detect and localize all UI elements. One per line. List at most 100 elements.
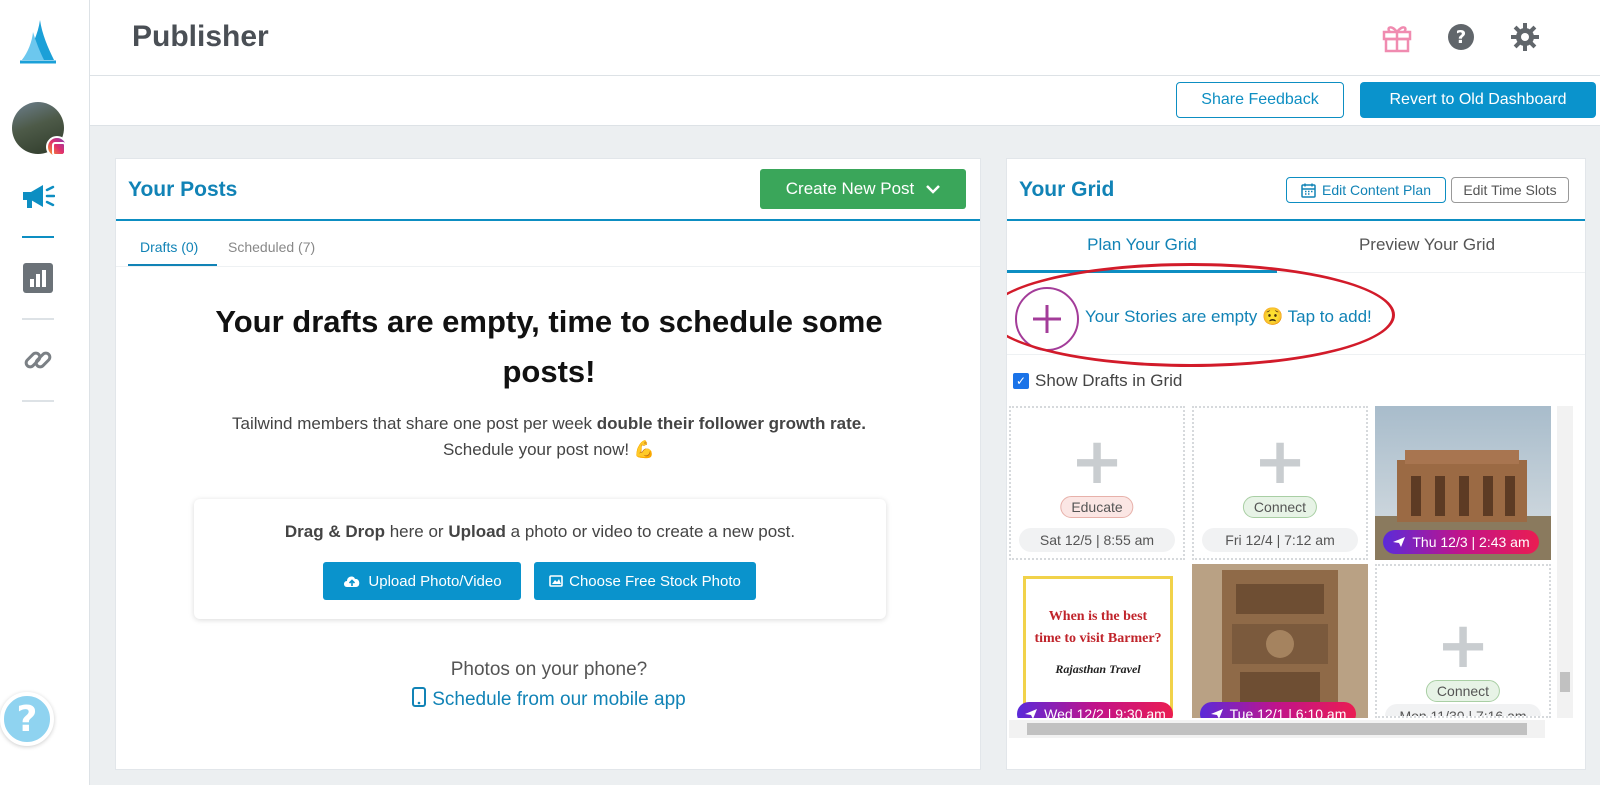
grid-slot-empty[interactable]: + Connect Mon 11/30 | 7:16 am (1375, 564, 1551, 718)
poster-heading-line2: time to visit Barmer? (1034, 631, 1162, 646)
phone-question: Photos on your phone? (450, 659, 648, 680)
your-grid-panel: Your Grid Edit Content Plan Edit Time Sl… (1006, 158, 1586, 770)
time-slot: Fri 12/4 | 7:12 am (1202, 528, 1358, 552)
edit-content-plan-label: Edit Content Plan (1322, 182, 1431, 198)
poster-image: When is the best time to visit Barmer? Ra… (1009, 564, 1185, 718)
grid-post-thumbnail[interactable]: Thu 12/3 | 2:43 am (1375, 406, 1551, 560)
subtitle-text: Tailwind members that share one post per… (232, 414, 597, 433)
grid-slot-empty[interactable]: + Connect Fri 12/4 | 7:12 am (1192, 406, 1368, 560)
upload-instructions: Drag & Drop here or Upload a photo or vi… (194, 522, 886, 542)
svg-text:?: ? (1456, 27, 1466, 48)
mobile-app-link[interactable]: Schedule from our mobile app (116, 687, 982, 711)
upload-button-label: Upload Photo/Video (368, 572, 502, 590)
grid-area: + Educate Sat 12/5 | 8:55 am + Connect F… (1007, 406, 1585, 726)
upload-text-2: a photo or video to create a new post. (505, 522, 796, 541)
gift-icon[interactable] (1380, 20, 1414, 54)
create-new-post-button[interactable]: Create New Post (760, 169, 966, 209)
content-tag: Educate (1060, 496, 1134, 518)
show-drafts-label: Show Drafts in Grid (1035, 371, 1183, 390)
grid-post-thumbnail[interactable]: Tue 12/1 | 6:10 am (1192, 564, 1368, 718)
plus-icon: + (1070, 425, 1124, 499)
create-label: Create New Post (785, 179, 915, 198)
grid-panel-header: Your Grid Edit Content Plan Edit Time Sl… (1007, 159, 1585, 221)
plus-icon: + (1436, 609, 1490, 683)
upload-label: Upload (448, 522, 506, 541)
calendar-icon (1301, 183, 1316, 198)
send-icon (1210, 709, 1223, 718)
upload-dropzone[interactable]: Drag & Drop here or Upload a photo or vi… (194, 499, 886, 619)
grid-post-thumbnail[interactable]: When is the best time to visit Barmer? Ra… (1009, 564, 1185, 718)
show-drafts-checkbox[interactable]: ✓ (1013, 373, 1029, 389)
time-slot: Sat 12/5 | 8:55 am (1019, 528, 1175, 552)
avatar[interactable] (12, 102, 68, 158)
tab-scheduled[interactable]: Scheduled (7) (228, 239, 315, 255)
nav-divider (22, 400, 54, 402)
edit-time-slots-button[interactable]: Edit Time Slots (1451, 177, 1569, 203)
tailwind-logo-icon[interactable] (18, 18, 58, 64)
time-slot: Mon 11/30 | 7:16 am (1385, 704, 1541, 716)
chevron-down-icon (926, 185, 941, 194)
scheduled-time: Wed 12/2 | 9:30 am (1044, 706, 1166, 718)
tab-active-indicator (128, 264, 217, 266)
grid-tabs: Plan Your Grid Preview Your Grid (1007, 221, 1585, 273)
posts-title: Your Posts (128, 178, 238, 201)
content-tag: Connect (1242, 496, 1318, 518)
link-icon[interactable] (18, 340, 58, 380)
scheduled-time: Tue 12/1 | 6:10 am (1229, 706, 1347, 718)
nav-divider (22, 318, 54, 320)
instagram-icon (46, 136, 68, 158)
choose-stock-photo-button[interactable]: Choose Free Stock Photo (534, 562, 756, 600)
posts-tabs: Drafts (0) Scheduled (7) (116, 221, 980, 267)
scheduled-time: Thu 12/3 | 2:43 am (1412, 534, 1530, 550)
upload-text-1: here or (385, 522, 449, 541)
carving-photo (1192, 564, 1368, 718)
revert-dashboard-button[interactable]: Revert to Old Dashboard (1360, 82, 1596, 118)
tab-preview-grid[interactable]: Preview Your Grid (1292, 235, 1562, 255)
annotation-oval (1007, 263, 1395, 367)
help-button[interactable]: ? (0, 692, 54, 746)
plus-icon: + (1253, 425, 1307, 499)
empty-drafts-title: Your drafts are empty, time to schedule … (215, 304, 883, 389)
send-icon (1393, 537, 1406, 547)
help-icon[interactable]: ? (1444, 20, 1478, 54)
poster-subtitle: Rajasthan Travel (1055, 662, 1141, 676)
scheduled-time-slot: Thu 12/3 | 2:43 am (1383, 530, 1539, 554)
stories-row: Your Stories are empty 😟 Tap to add! (1007, 263, 1585, 367)
left-sidebar: ? (0, 0, 90, 785)
upload-photo-video-button[interactable]: Upload Photo/Video (323, 562, 521, 600)
your-posts-panel: Your Posts Create New Post Drafts (0) Sc… (115, 158, 981, 770)
gear-icon[interactable] (1508, 20, 1542, 54)
stock-photo-icon (549, 575, 563, 587)
scheduled-time-slot: Wed 12/2 | 9:30 am (1017, 702, 1173, 718)
drag-drop-label: Drag & Drop (284, 522, 385, 541)
show-drafts-row: ✓ Show Drafts in Grid (1007, 355, 1585, 407)
send-icon (1025, 709, 1038, 718)
action-bar: Share Feedback Revert to Old Dashboard (90, 76, 1600, 126)
share-feedback-button[interactable]: Share Feedback (1176, 82, 1344, 118)
nav-divider (22, 236, 54, 238)
scroll-thumb[interactable] (1027, 723, 1527, 735)
mobile-app-label: Schedule from our mobile app (432, 689, 686, 710)
page-title: Publisher (132, 20, 269, 53)
scheduled-time-slot: Tue 12/1 | 6:10 am (1200, 702, 1356, 718)
posts-panel-header: Your Posts Create New Post (116, 159, 980, 221)
mobile-phone-icon (412, 687, 427, 707)
grid-slot-empty[interactable]: + Educate Sat 12/5 | 8:55 am (1009, 406, 1185, 560)
subtitle-bold: double their follower growth rate. (596, 414, 866, 433)
tab-plan-grid[interactable]: Plan Your Grid (1007, 235, 1277, 255)
top-header: Publisher ? (90, 0, 1600, 76)
grid-vertical-scrollbar[interactable] (1557, 406, 1573, 718)
cloud-upload-icon (344, 576, 360, 587)
tab-drafts[interactable]: Drafts (0) (140, 239, 198, 255)
edit-content-plan-button[interactable]: Edit Content Plan (1286, 177, 1446, 203)
subtitle-cta: Schedule your post now! 💪 (442, 440, 656, 459)
megaphone-icon[interactable] (18, 176, 58, 216)
content-tag: Connect (1425, 680, 1501, 702)
grid-title: Your Grid (1019, 178, 1115, 201)
analytics-icon[interactable] (18, 258, 58, 298)
stock-button-label: Choose Free Stock Photo (569, 572, 741, 590)
scroll-thumb[interactable] (1560, 672, 1570, 692)
poster-heading-line1: When is the best (1048, 609, 1148, 624)
grid-horizontal-scrollbar[interactable] (1009, 720, 1545, 738)
empty-drafts-subtitle: Tailwind members that share one post per… (156, 411, 942, 463)
